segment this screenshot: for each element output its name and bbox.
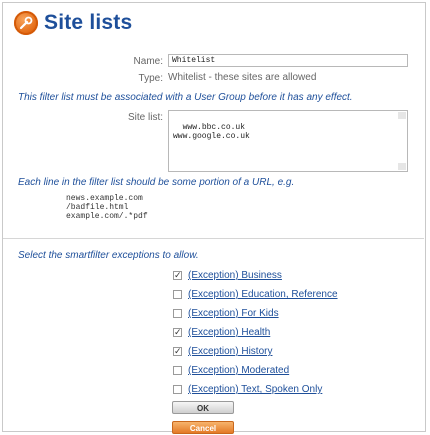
exception-item: ✓ (Exception) Business — [173, 266, 338, 285]
exception-checkbox[interactable] — [173, 385, 182, 394]
type-label: Type: — [138, 73, 163, 84]
exceptions-list: ✓ (Exception) Business (Exception) Educa… — [173, 266, 338, 399]
exception-link[interactable]: (Exception) Education, Reference — [188, 289, 338, 300]
exception-checkbox[interactable]: ✓ — [173, 347, 182, 356]
url-example: /badfile.html — [66, 203, 129, 212]
scroll-up-arrow[interactable] — [398, 112, 406, 119]
exception-checkbox[interactable] — [173, 309, 182, 318]
ok-button[interactable]: OK — [172, 401, 234, 414]
page-title: Site lists — [44, 11, 133, 34]
exception-item: ✓ (Exception) History — [173, 342, 338, 361]
cancel-button[interactable]: Cancel — [172, 421, 234, 434]
exception-checkbox[interactable] — [173, 366, 182, 375]
exception-item: (Exception) For Kids — [173, 304, 338, 323]
exception-item: (Exception) Education, Reference — [173, 285, 338, 304]
exception-link[interactable]: (Exception) History — [188, 346, 272, 357]
exception-item: (Exception) Text, Spoken Only — [173, 380, 338, 399]
page-header: Site lists — [14, 6, 132, 40]
scroll-down-arrow[interactable] — [398, 163, 406, 170]
name-label: Name: — [133, 56, 163, 67]
association-note: This filter list must be associated with… — [18, 92, 353, 103]
site-list-textarea[interactable]: www.bbc.co.uk www.google.co.uk — [168, 110, 408, 172]
exception-link[interactable]: (Exception) Health — [188, 327, 270, 338]
url-examples: news.example.com /badfile.html example.c… — [66, 194, 148, 221]
exception-link[interactable]: (Exception) Moderated — [188, 365, 289, 376]
exception-link[interactable]: (Exception) Text, Spoken Only — [188, 384, 322, 395]
name-input[interactable]: Whitelist — [168, 54, 408, 67]
site-lists-logo-icon — [14, 11, 38, 35]
site-list-value: www.bbc.co.uk www.google.co.uk — [173, 123, 250, 141]
exception-checkbox[interactable] — [173, 290, 182, 299]
exception-link[interactable]: (Exception) For Kids — [188, 308, 279, 319]
exception-item: (Exception) Moderated — [173, 361, 338, 380]
url-example: example.com/.*pdf — [66, 212, 148, 221]
exception-item: ✓ (Exception) Health — [173, 323, 338, 342]
url-note: Each line in the filter list should be s… — [18, 177, 295, 188]
exceptions-note: Select the smartfilter exceptions to all… — [18, 250, 199, 261]
site-list-label: Site list: — [127, 112, 163, 123]
exception-checkbox[interactable]: ✓ — [173, 271, 182, 280]
exception-link[interactable]: (Exception) Business — [188, 270, 282, 281]
type-value: Whitelist - these sites are allowed — [168, 72, 317, 83]
url-example: news.example.com — [66, 194, 143, 203]
exception-checkbox[interactable]: ✓ — [173, 328, 182, 337]
section-divider — [3, 238, 424, 239]
